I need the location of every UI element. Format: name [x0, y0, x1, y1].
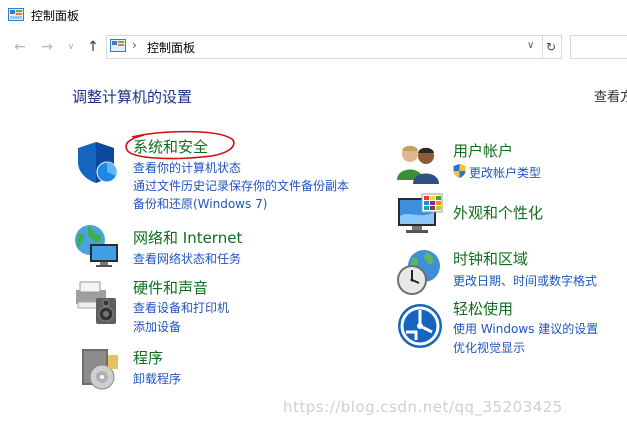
link-devices-printers[interactable]: 查看设备和打印机	[133, 299, 229, 316]
programs-icon[interactable]	[76, 345, 124, 393]
category-hardware-sound[interactable]: 硬件和声音	[133, 277, 208, 298]
window-title: 控制面板	[31, 9, 80, 23]
category-programs[interactable]: 程序	[133, 347, 163, 368]
back-button[interactable]: ←	[11, 38, 29, 56]
category-network-internet[interactable]: 网络和 Internet	[133, 227, 242, 248]
link-uninstall-program[interactable]: 卸载程序	[133, 370, 181, 387]
breadcrumb-separator[interactable]: ›	[132, 38, 137, 52]
breadcrumb-control-panel[interactable]: 控制面板	[147, 39, 195, 56]
shield-icon[interactable]	[74, 138, 122, 186]
up-button[interactable]: ↑	[84, 38, 102, 56]
address-dropdown-button[interactable]: ∨	[527, 39, 537, 53]
clock-globe-icon[interactable]	[396, 248, 444, 296]
uac-shield-icon	[453, 164, 466, 178]
link-change-date-time-format[interactable]: 更改日期、时间或数字格式	[453, 272, 597, 289]
link-network-status-tasks[interactable]: 查看网络状态和任务	[133, 250, 241, 267]
link-optimize-visual-display[interactable]: 优化视觉显示	[453, 339, 525, 356]
category-ease-of-access[interactable]: 轻松使用	[453, 298, 513, 319]
page-title: 调整计算机的设置	[72, 88, 193, 106]
refresh-button[interactable]: ↻	[541, 35, 562, 59]
title-bar: 控制面板	[0, 0, 627, 32]
ease-of-access-icon[interactable]	[396, 302, 444, 350]
category-user-accounts[interactable]: 用户帐户	[453, 140, 513, 161]
control-panel-icon	[8, 8, 24, 21]
category-clock-region[interactable]: 时钟和区域	[453, 248, 528, 269]
view-by-label[interactable]: 查看方	[594, 86, 627, 105]
recent-locations-button[interactable]: ∨	[62, 38, 80, 56]
link-add-device[interactable]: 添加设备	[133, 318, 181, 335]
link-view-computer-status[interactable]: 查看你的计算机状态	[133, 159, 241, 176]
link-backup-restore-win7[interactable]: 备份和还原(Windows 7)	[133, 195, 267, 212]
link-windows-recommended-settings[interactable]: 使用 Windows 建议的设置	[453, 320, 598, 337]
search-input[interactable]	[570, 35, 627, 59]
link-file-history-backup[interactable]: 通过文件历史记录保存你的文件备份副本	[133, 177, 349, 194]
control-panel-icon	[110, 39, 126, 52]
network-globe-icon[interactable]	[72, 222, 120, 270]
watermark: https://blog.csdn.net/qq_35203425	[283, 398, 563, 416]
category-appearance-personalization[interactable]: 外观和个性化	[453, 202, 543, 223]
link-change-account-type[interactable]: 更改帐户类型	[469, 164, 541, 181]
appearance-monitor-icon[interactable]	[396, 192, 444, 240]
printer-speaker-icon[interactable]	[72, 278, 120, 326]
forward-button[interactable]: →	[38, 38, 56, 56]
user-accounts-icon[interactable]	[395, 140, 443, 188]
annotation-circle	[125, 130, 235, 160]
address-bar[interactable]: › 控制面板 ∨	[106, 35, 543, 59]
